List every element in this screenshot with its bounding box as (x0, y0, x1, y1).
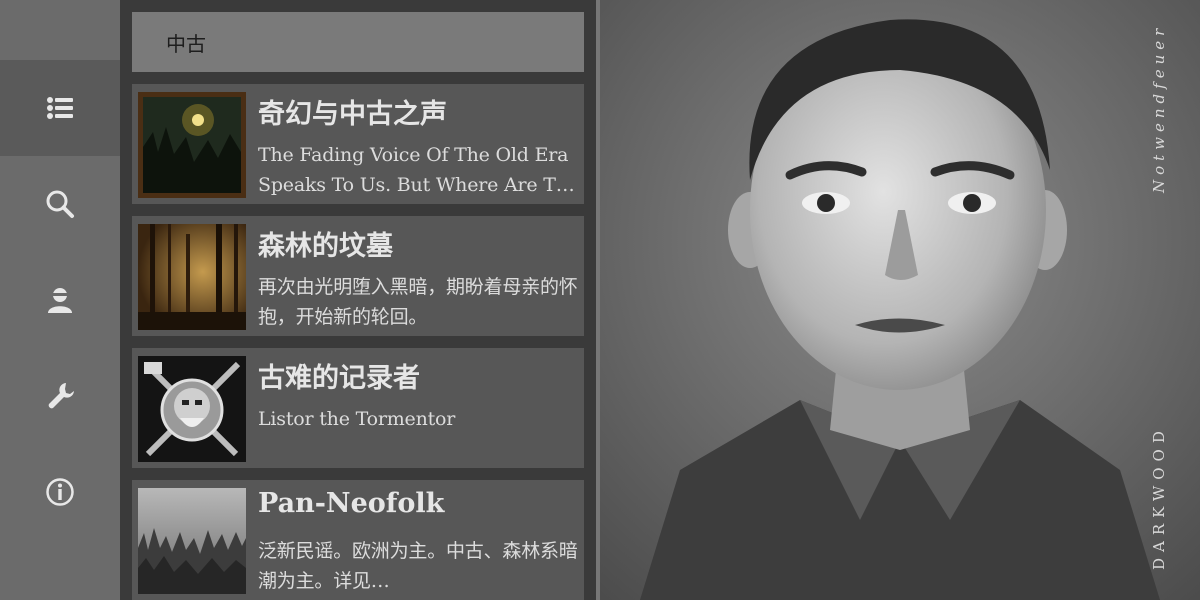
album-thumbnail (138, 356, 246, 462)
sidebar-item-list[interactable] (0, 60, 120, 156)
album-thumbnail (138, 488, 246, 594)
album-cover-image (600, 0, 1200, 600)
list-item[interactable]: 奇幻与中古之声 The Fading Voice Of The Old Era … (132, 84, 584, 204)
album-thumbnail (138, 92, 246, 198)
list-icon (47, 97, 73, 119)
cover-artist-text: DARKWOOD (1150, 425, 1168, 570)
item-description: The Fading Voice Of The Old Era Speaks T… (258, 144, 575, 196)
sidebar-item-info[interactable] (0, 444, 120, 540)
search-icon (46, 190, 74, 218)
item-description: 再次由光明堕入黑暗，期盼着母亲的怀抱，开始新的轮回。 (258, 276, 578, 328)
item-description: 泛新民谣。欧洲为主。中古、森林系暗潮为主。详见… (258, 540, 578, 592)
item-title: 森林的坟墓 (258, 231, 393, 262)
sidebar-item-user[interactable] (0, 252, 120, 348)
item-description: Listor the Tormentor (258, 408, 456, 430)
info-icon (46, 478, 74, 506)
list-item[interactable]: Pan-Neofolk 泛新民谣。欧洲为主。中古、森林系暗潮为主。详见… (132, 480, 584, 600)
wrench-icon (48, 383, 74, 409)
album-thumbnail (138, 224, 246, 330)
cover-album-text: Notwendfeuer (1150, 24, 1168, 194)
search-input[interactable] (132, 12, 584, 72)
item-title: 古难的记录者 (258, 363, 420, 394)
sidebar (0, 0, 120, 600)
list-item[interactable]: 森林的坟墓 再次由光明堕入黑暗，期盼着母亲的怀抱，开始新的轮回。 (132, 216, 584, 336)
sidebar-item-search[interactable] (0, 156, 120, 252)
sidebar-item-settings[interactable] (0, 348, 120, 444)
results-panel: 奇幻与中古之声 The Fading Voice Of The Old Era … (120, 0, 600, 600)
item-title: 奇幻与中古之声 (258, 99, 447, 130)
item-title: Pan-Neofolk (258, 488, 445, 519)
list-item[interactable]: 古难的记录者 Listor the Tormentor (132, 348, 584, 468)
user-icon (48, 288, 72, 313)
